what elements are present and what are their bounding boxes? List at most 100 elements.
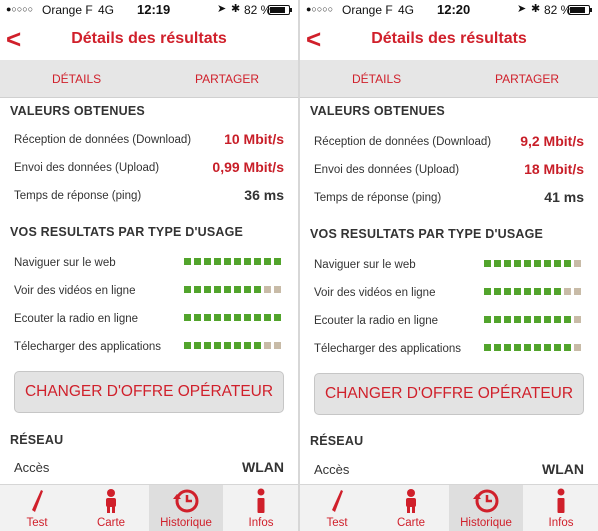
score-square-filled [544, 260, 551, 267]
tab-details[interactable]: DÉTAILS [52, 72, 101, 86]
tab-historique[interactable]: Historique [449, 485, 523, 531]
score-square-filled [494, 288, 501, 295]
score-square-filled [184, 286, 191, 293]
score-square-filled [484, 260, 491, 267]
score-square-filled [234, 314, 241, 321]
usage-label: Naviguer sur le web [314, 259, 416, 271]
tab-label: Infos [248, 517, 274, 529]
usage-score-bar [184, 314, 284, 322]
ping-label: Temps de réponse (ping) [14, 190, 142, 202]
change-operator-button[interactable]: CHANGER D'OFFRE OPÉRATEUR [14, 371, 284, 413]
score-square-filled [254, 342, 261, 349]
score-square-filled [204, 314, 211, 321]
usage-score-bar [184, 258, 284, 266]
score-square-filled [514, 344, 521, 351]
usage-row: Naviguer sur le web [14, 253, 284, 275]
score-square-filled [274, 258, 281, 265]
phone-screen-1: ●○○○○ Orange F 4G 12:19 ➤ ✱ 82 % < Détai… [0, 0, 298, 531]
screenshot-stage: ●○○○○ Orange F 4G 12:19 ➤ ✱ 82 % < Détai… [0, 0, 598, 531]
score-square-filled [224, 314, 231, 321]
nav-bar: < Détails des résultats [0, 20, 298, 60]
score-square-filled [234, 286, 241, 293]
score-square-empty [564, 288, 571, 295]
score-square-filled [554, 260, 561, 267]
usage-row: Voir des vidéos en ligne [314, 283, 584, 305]
segment-tabs: DÉTAILS PARTAGER [0, 60, 298, 98]
score-square-empty [264, 342, 271, 349]
history-icon [149, 488, 223, 516]
tab-details[interactable]: DÉTAILS [352, 72, 401, 86]
tab-infos[interactable]: Infos [524, 485, 598, 531]
upload-row: Envoi des données (Upload) 18 Mbit/s [314, 160, 584, 182]
upload-value: 18 Mbit/s [524, 161, 584, 177]
usage-row: Télecharger des applications [314, 339, 584, 361]
usage-label: Naviguer sur le web [14, 257, 116, 269]
score-square-filled [504, 344, 511, 351]
score-square-filled [274, 314, 281, 321]
usage-score-bar [484, 316, 584, 324]
tab-historique[interactable]: Historique [149, 485, 223, 531]
download-value: 10 Mbit/s [224, 131, 284, 147]
score-square-filled [484, 344, 491, 351]
tab-carte[interactable]: Carte [374, 485, 448, 531]
gauge-needle-icon [300, 488, 374, 516]
score-square-empty [574, 288, 581, 295]
change-operator-button[interactable]: CHANGER D'OFFRE OPÉRATEUR [314, 373, 584, 415]
tab-test[interactable]: Test [300, 485, 374, 531]
score-square-filled [504, 288, 511, 295]
tab-share[interactable]: PARTAGER [495, 72, 559, 86]
usage-score-bar [484, 288, 584, 296]
person-icon [74, 488, 148, 516]
score-square-filled [234, 342, 241, 349]
score-square-empty [574, 260, 581, 267]
access-value: WLAN [542, 461, 584, 477]
page-title: Détails des résultats [71, 30, 227, 47]
score-square-empty [274, 342, 281, 349]
download-value: 9,2 Mbit/s [520, 133, 584, 149]
score-square-filled [534, 288, 541, 295]
battery-icon [568, 5, 592, 15]
usage-label: Voir des vidéos en ligne [314, 287, 436, 299]
score-square-filled [224, 342, 231, 349]
tab-carte[interactable]: Carte [74, 485, 148, 531]
score-square-filled [494, 344, 501, 351]
score-square-filled [554, 316, 561, 323]
battery-fill [270, 7, 285, 13]
score-square-filled [184, 314, 191, 321]
score-square-filled [524, 288, 531, 295]
score-square-filled [234, 258, 241, 265]
network-type: 4G [98, 3, 115, 17]
usage-score-bar [184, 286, 284, 294]
score-square-filled [534, 344, 541, 351]
score-square-filled [254, 286, 261, 293]
score-square-empty [574, 344, 581, 351]
page-title: Détails des résultats [371, 30, 527, 47]
bluetooth-icon: ✱ [531, 3, 541, 15]
network-type: 4G [398, 3, 415, 17]
tab-share[interactable]: PARTAGER [195, 72, 259, 86]
tab-test[interactable]: Test [0, 485, 74, 531]
section-title-values: VALEURS OBTENUES [10, 104, 145, 118]
score-square-filled [484, 316, 491, 323]
tab-infos[interactable]: Infos [224, 485, 298, 531]
score-square-filled [264, 258, 271, 265]
score-square-filled [554, 288, 561, 295]
download-label: Réception de données (Download) [14, 134, 192, 146]
info-icon [224, 488, 298, 516]
section-title-usage: VOS RESULTATS PAR TYPE D'USAGE [310, 227, 544, 241]
clock: 12:19 [137, 2, 171, 17]
score-square-filled [494, 316, 501, 323]
score-square-filled [194, 314, 201, 321]
person-icon [374, 488, 448, 516]
usage-row: Ecouter la radio en ligne [314, 311, 584, 333]
ping-row: Temps de réponse (ping) 36 ms [14, 186, 284, 208]
bluetooth-icon: ✱ [231, 3, 241, 15]
section-title-network: RÉSEAU [310, 434, 364, 448]
battery-fill [570, 7, 585, 13]
section-title-network: RÉSEAU [10, 433, 64, 447]
score-square-filled [204, 342, 211, 349]
score-square-empty [274, 286, 281, 293]
tab-label: Carte [96, 517, 126, 529]
ping-label: Temps de réponse (ping) [314, 192, 442, 204]
score-square-filled [184, 258, 191, 265]
